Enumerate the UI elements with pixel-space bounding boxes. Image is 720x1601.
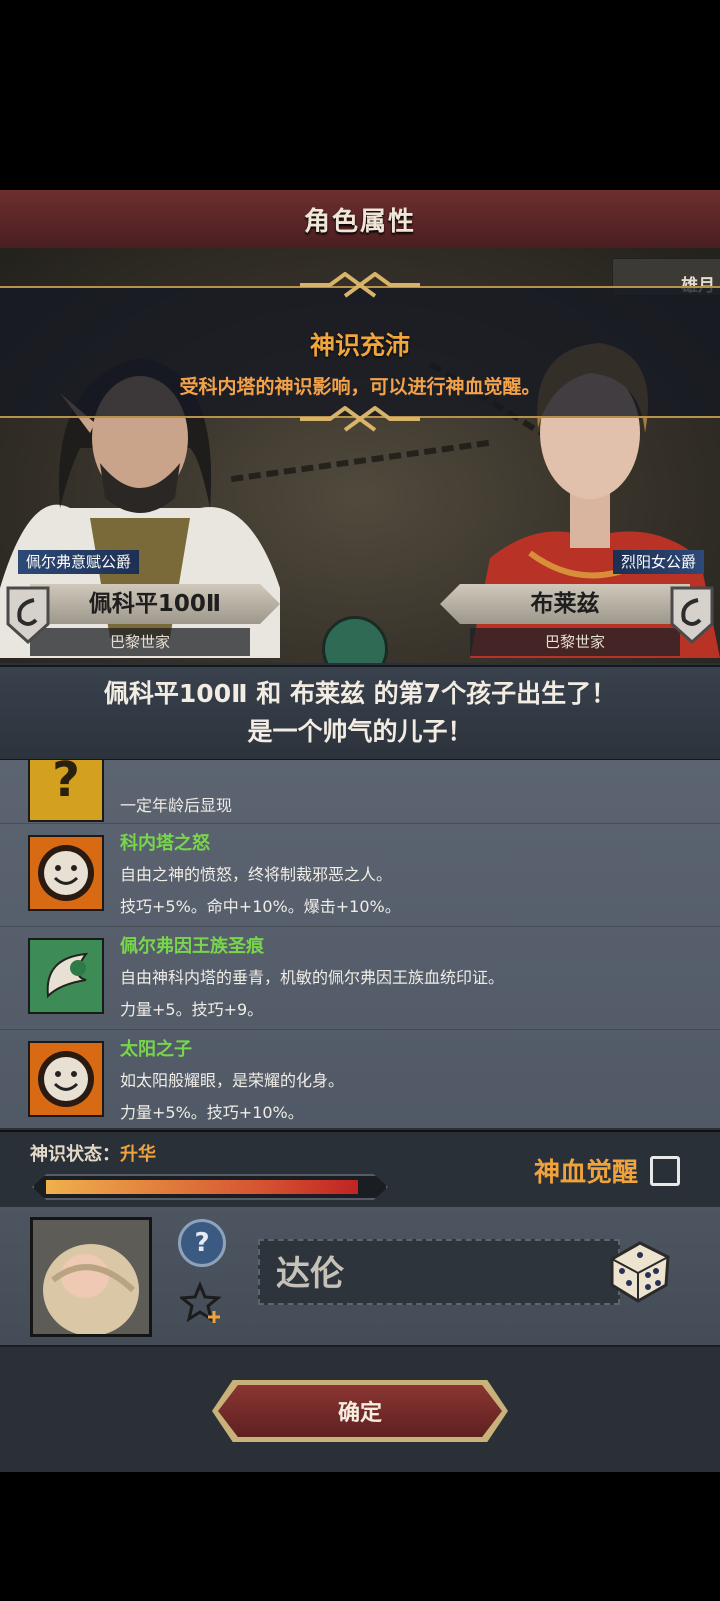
trait-item[interactable]: 太阳之子 如太阳般耀眼，是荣耀的化身。 力量+5%。技巧+10%。: [0, 1029, 720, 1128]
smiling-sun-icon: [28, 1041, 104, 1117]
confirm-button[interactable]: 确定: [218, 1385, 502, 1437]
trait-stats: 力量+5。技巧+9。: [120, 1000, 264, 1019]
awaken-label: 神血觉醒: [533, 1158, 638, 1188]
feather-moon-icon: [28, 938, 104, 1014]
trait-list[interactable]: ? 一定年龄后显现 科内塔之怒 自由之神的愤怒，终将制裁邪恶之人。 技巧+5%。…: [0, 760, 720, 1128]
smiling-sun-icon: [28, 835, 104, 911]
status-label-text: 神识状态：: [30, 1144, 120, 1165]
banner-subtext: 受科内塔的神识影响，可以进行神血觉醒。: [179, 376, 541, 398]
banner-heading: 神识充沛: [309, 331, 410, 360]
mother-house-plate: 巴黎世家: [470, 628, 680, 656]
knot-ornament-icon: [300, 406, 420, 432]
help-icon[interactable]: ?: [178, 1219, 226, 1267]
trait-stats: 力量+5%。技巧+10%。: [120, 1103, 304, 1122]
awaken-checkbox[interactable]: [650, 1155, 680, 1186]
trait-name: 科内塔之怒: [120, 833, 210, 854]
child-naming-row: ? 达伦: [0, 1207, 720, 1347]
panel-title: 角色属性: [303, 206, 416, 237]
divine-sense-banner: 神识充沛 受科内塔的神识影响，可以进行神血觉醒。: [0, 272, 720, 432]
father-house: 巴黎世家: [109, 633, 170, 651]
child-name-value: 达伦: [276, 1254, 344, 1294]
blood-awaken-toggle[interactable]: 神血觉醒: [534, 1152, 680, 1189]
trait-name: 佩尔弗因王族圣痕: [120, 936, 264, 957]
announcement-line1: 佩科平100Ⅱ 和 布莱兹 的第7个孩子出生了！: [103, 679, 617, 708]
progress-fill: [46, 1180, 358, 1194]
divine-sense-progress-bar: [32, 1174, 388, 1200]
trait-desc: 一定年龄后显现: [120, 796, 233, 815]
status-label: 神识状态：升华: [30, 1140, 156, 1166]
mother-name-plate[interactable]: 布莱兹: [440, 584, 690, 624]
trait-stats: 技巧+5%。命中+10%。爆击+10%。: [120, 897, 401, 916]
emblem-icon: [322, 616, 388, 663]
father-house-plate: 巴黎世家: [30, 628, 250, 656]
character-attributes-panel: 角色属性 雄月 神: [0, 190, 720, 1472]
father-title-tag: 佩尔弗意赋公爵: [18, 550, 140, 574]
baby-portrait: [33, 1220, 149, 1334]
father-name: 佩科平100Ⅱ: [88, 591, 222, 617]
divine-sense-status: 神识状态：升华 神血觉醒: [0, 1130, 720, 1209]
trait-desc: 自由之神的愤怒，终将制裁邪恶之人。: [120, 865, 393, 884]
trait-desc: 自由神科内塔的垂青，机敏的佩尔弗因王族血统印证。: [120, 968, 505, 987]
mother-title-tag: 烈阳女公爵: [612, 550, 704, 574]
question-mark-icon: ?: [28, 760, 104, 822]
footer: 确定: [0, 1347, 720, 1472]
add-favorite-star-icon[interactable]: [180, 1281, 224, 1325]
status-value: 升华: [120, 1144, 156, 1165]
trait-item[interactable]: ? 一定年龄后显现: [0, 760, 720, 824]
confirm-label: 确定: [337, 1401, 382, 1426]
house-crest-icon[interactable]: [6, 586, 50, 644]
father-title: 佩尔弗意赋公爵: [26, 553, 132, 571]
title-bar: 角色属性: [0, 190, 720, 250]
knot-ornament-icon: [300, 272, 420, 298]
mother-name: 布莱兹: [530, 591, 600, 617]
father-name-plate[interactable]: 佩科平100Ⅱ: [30, 584, 280, 624]
random-name-dice-icon[interactable]: [604, 1235, 674, 1305]
trait-name: 太阳之子: [120, 1039, 192, 1060]
house-crest-icon[interactable]: [670, 586, 714, 644]
mother-house: 巴黎世家: [544, 633, 605, 651]
birth-announcement: 佩科平100Ⅱ 和 布莱兹 的第7个孩子出生了！ 是一个帅气的儿子！: [0, 665, 720, 762]
parents-portrait-area: 雄月 神识充沛 受科内塔的神识影响，可以进行神血觉醒。: [0, 248, 720, 663]
child-name-input[interactable]: 达伦: [258, 1239, 620, 1305]
mother-title: 烈阳女公爵: [620, 553, 696, 571]
child-avatar[interactable]: [30, 1217, 152, 1337]
trait-desc: 如太阳般耀眼，是荣耀的化身。: [120, 1071, 345, 1090]
trait-item[interactable]: 科内塔之怒 自由之神的愤怒，终将制裁邪恶之人。 技巧+5%。命中+10%。爆击+…: [0, 823, 720, 927]
announcement-line2: 是一个帅气的儿子！: [247, 717, 473, 746]
trait-item[interactable]: 佩尔弗因王族圣痕 自由神科内塔的垂青，机敏的佩尔弗因王族血统印证。 力量+5。技…: [0, 926, 720, 1030]
